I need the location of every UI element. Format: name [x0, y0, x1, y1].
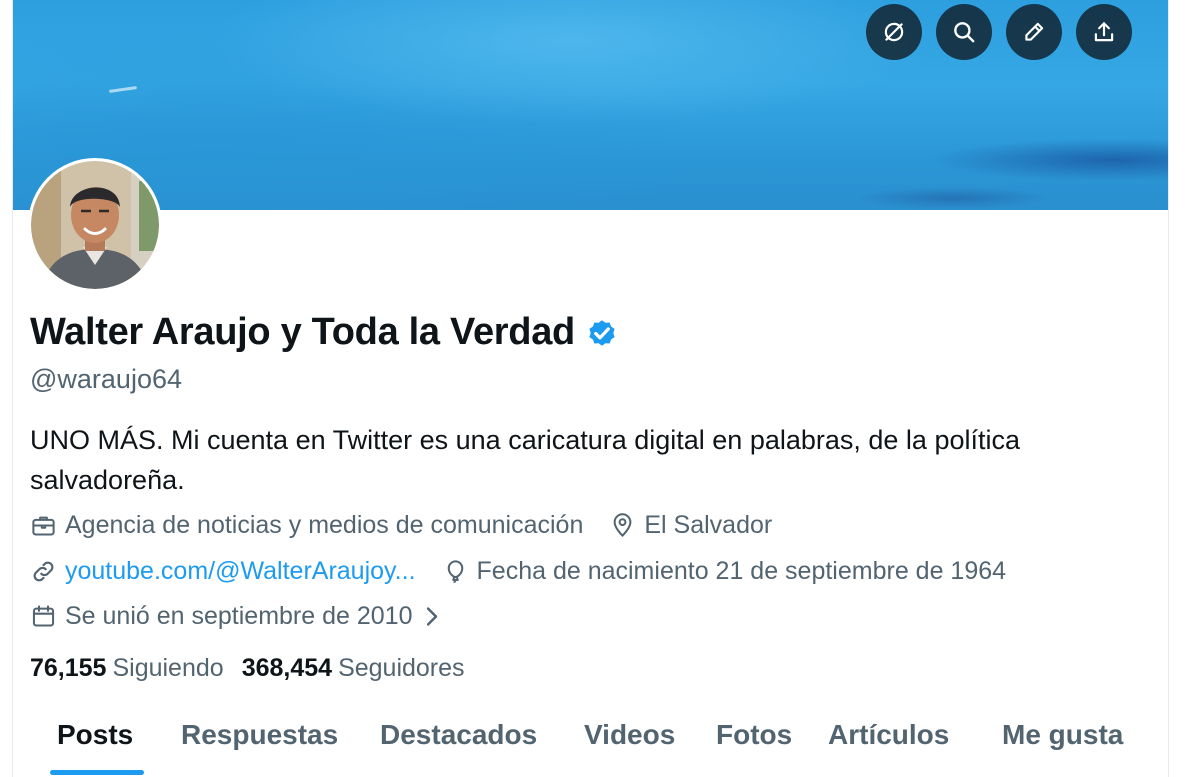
edit-icon — [1025, 22, 1044, 41]
followers-label: Seguidores — [338, 654, 465, 682]
user-handle: @waraujo64 — [30, 364, 182, 394]
category-item: Agencia de noticias y medios de comunica… — [30, 509, 583, 541]
profile-meta-row: Se unió en septiembre de 2010 — [30, 600, 479, 632]
display-name: Walter Araujo y Toda la Verdad — [30, 311, 575, 353]
header-actions — [866, 4, 1132, 60]
search-button[interactable] — [936, 4, 992, 60]
location-text: El Salvador — [644, 511, 773, 539]
profile-bio: UNO MÁS. Mi cuenta en Twitter es una car… — [30, 425, 1020, 495]
grok-button[interactable] — [866, 4, 922, 60]
profile-meta-row: Agencia de noticias y medios de comunica… — [30, 509, 798, 541]
followers-count: 368,454 — [241, 654, 333, 682]
edit-button[interactable] — [1006, 4, 1062, 60]
avatar-container[interactable] — [28, 158, 162, 292]
birthday-text: Fecha de nacimiento 21 de septiembre de … — [476, 557, 1007, 585]
location-item: El Salvador — [609, 509, 772, 541]
share-icon — [1094, 22, 1114, 42]
chevron-right-icon — [427, 606, 438, 626]
tab-fotos[interactable]: Fotos — [716, 719, 792, 751]
joined-text: Se unió en septiembre de 2010 — [65, 602, 413, 630]
tab-respuestas[interactable]: Respuestas — [181, 719, 338, 751]
tab-me-gusta[interactable]: Me gusta — [1002, 719, 1123, 751]
tab-destacados[interactable]: Destacados — [380, 719, 537, 751]
birthday-item: Fecha de nacimiento 21 de septiembre de … — [442, 555, 1007, 587]
avatar — [31, 161, 159, 289]
tab-videos[interactable]: Videos — [584, 719, 675, 751]
search-icon — [954, 22, 975, 43]
profile-page: Walter Araujo y Toda la Verdad @waraujo6… — [12, 0, 1169, 777]
balloon-icon — [447, 559, 463, 583]
profile-meta-row: youtube.com/@WalterAraujoy... Fecha de n… — [30, 555, 1032, 587]
banner-detail — [108, 86, 138, 93]
website-item[interactable]: youtube.com/@WalterAraujoy... — [30, 555, 416, 587]
location-pin-icon — [613, 512, 632, 537]
following-link[interactable]: 76,155 Siguiendo — [30, 652, 224, 684]
tab-posts[interactable]: Posts — [57, 719, 133, 751]
following-count: 76,155 — [30, 654, 107, 682]
profile-tabs: Posts Respuestas Destacados Videos Fotos… — [13, 705, 1168, 777]
briefcase-icon — [32, 516, 55, 536]
following-label: Siguiendo — [112, 654, 224, 682]
profile-name-row: Walter Araujo y Toda la Verdad — [30, 308, 619, 356]
followers-link[interactable]: 368,454 Seguidores — [242, 652, 465, 684]
category-text: Agencia de noticias y medios de comunica… — [65, 511, 584, 539]
follow-stats: 76,155 Siguiendo 368,454 Seguidores — [30, 652, 465, 684]
calendar-icon — [32, 604, 55, 627]
verified-badge-icon[interactable] — [585, 316, 619, 350]
share-button[interactable] — [1076, 4, 1132, 60]
grok-icon — [884, 22, 904, 42]
joined-item[interactable]: Se unió en septiembre de 2010 — [30, 600, 453, 632]
tab-articulos[interactable]: Artículos — [828, 719, 949, 751]
website-link[interactable]: youtube.com/@WalterAraujoy... — [65, 555, 416, 587]
active-tab-indicator — [50, 770, 144, 775]
link-icon — [33, 561, 54, 581]
